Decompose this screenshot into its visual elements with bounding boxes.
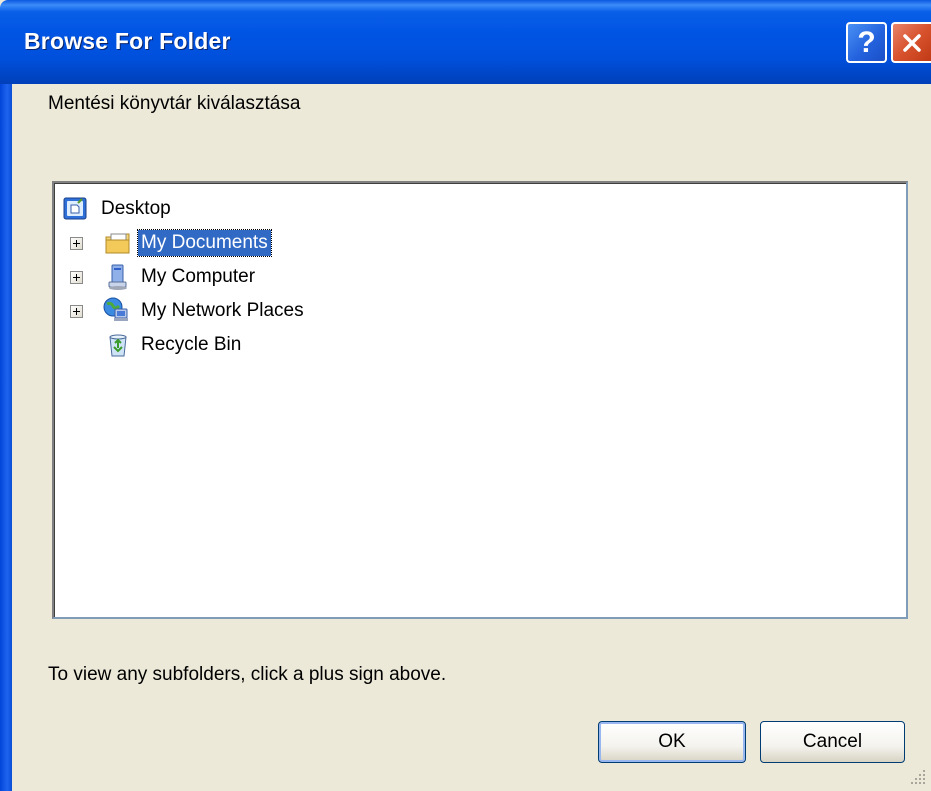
expand-toggle[interactable]: [70, 237, 83, 250]
desktop-icon: [63, 197, 87, 220]
title-bar[interactable]: Browse For Folder ?: [0, 0, 931, 84]
recycle-bin-icon: [109, 334, 127, 357]
ok-button[interactable]: OK: [598, 721, 746, 763]
my-computer-icon: [108, 264, 127, 290]
tree-item-my-computer[interactable]: My Computer: [54, 261, 904, 293]
expand-toggle[interactable]: [70, 305, 83, 318]
window-border: [0, 84, 12, 791]
tree-item-my-network-places[interactable]: My Network Places: [54, 295, 904, 327]
expand-toggle[interactable]: [70, 271, 83, 284]
close-button[interactable]: [891, 22, 931, 63]
help-icon: ?: [857, 25, 876, 59]
tree-item-my-documents[interactable]: My Documents: [54, 227, 904, 259]
close-icon: [903, 33, 921, 52]
tree-item-label: My Network Places: [141, 300, 304, 321]
network-places-icon: [103, 297, 128, 321]
tree-item-desktop[interactable]: Desktop: [54, 193, 904, 225]
folder-tree[interactable]: Desktop My Documents My Computer My Netw…: [52, 181, 908, 619]
help-button[interactable]: ?: [846, 22, 887, 63]
my-documents-icon: [105, 233, 130, 254]
cancel-button[interactable]: Cancel: [760, 721, 905, 763]
resize-grip-icon[interactable]: [906, 765, 928, 787]
window-title: Browse For Folder: [24, 28, 231, 54]
tree-item-recycle-bin[interactable]: Recycle Bin: [54, 329, 904, 361]
hint-label: To view any subfolders, click a plus sig…: [48, 664, 447, 685]
tree-item-label: My Documents: [137, 229, 272, 257]
prompt-label: Mentési könyvtár kiválasztása: [48, 93, 301, 114]
browse-for-folder-dialog: Browse For Folder ? Mentési könyvtár kiv…: [0, 0, 931, 791]
tree-item-label: My Computer: [141, 266, 256, 287]
tree-item-label: Recycle Bin: [141, 334, 242, 355]
tree-item-label: Desktop: [101, 198, 171, 219]
